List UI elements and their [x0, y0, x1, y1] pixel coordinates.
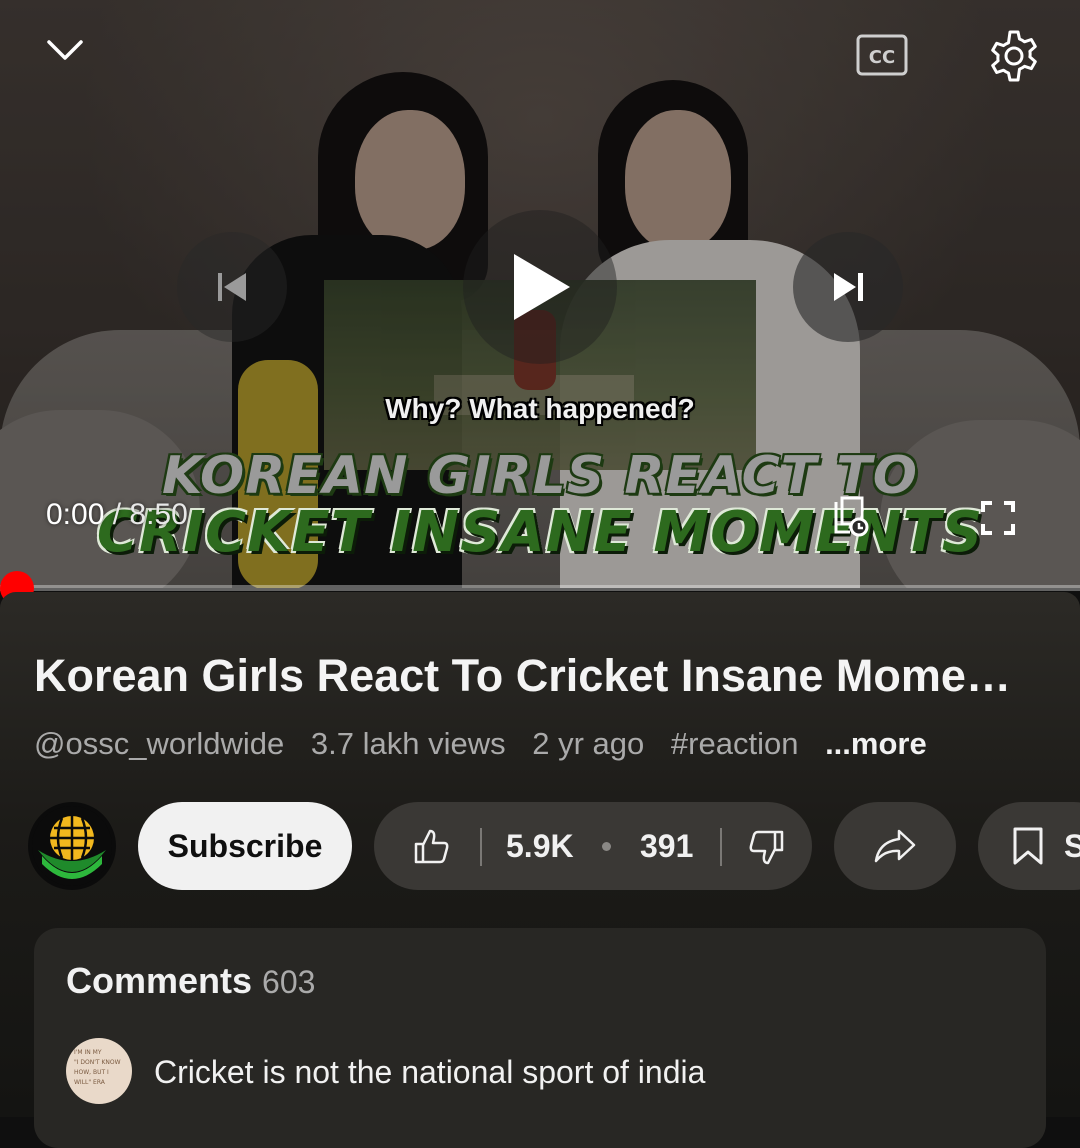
avatar-text-line: HOW, BUT I	[74, 1069, 109, 1076]
time-display: 0:00 / 8:50	[46, 498, 188, 531]
current-time: 0:00	[46, 498, 105, 531]
settings-button[interactable]	[984, 26, 1044, 86]
svg-text:CC: CC	[869, 47, 895, 68]
thumbnail-title-line1: KOREAN GIRLS REACT TO	[162, 446, 918, 506]
duration: 8:50	[129, 498, 188, 531]
channel-handle[interactable]: @ossc_worldwide	[34, 726, 284, 761]
next-icon	[834, 273, 863, 301]
previous-button[interactable]	[177, 232, 287, 342]
comments-title: Comments	[66, 960, 253, 1001]
progress-bar[interactable]	[0, 585, 1080, 591]
view-count: 3.7 lakh views	[310, 726, 506, 761]
video-metadata[interactable]: @ossc_worldwide 3.7 lakh views 2 yr ago …	[34, 726, 945, 762]
add-to-queue-button[interactable]	[832, 496, 872, 538]
dislike-icon[interactable]	[746, 828, 786, 868]
save-button[interactable]: S	[978, 802, 1080, 890]
hashtag-link[interactable]: #reaction	[671, 726, 799, 761]
commenter-avatar[interactable]: I'M IN MY "I DON'T KNOW HOW, BUT I WILL"…	[66, 1038, 132, 1104]
divider	[480, 828, 482, 866]
next-button[interactable]	[793, 232, 903, 342]
channel-avatar[interactable]	[28, 802, 116, 890]
previous-icon	[218, 273, 246, 301]
fullscreen-icon	[981, 501, 1015, 535]
divider	[720, 828, 722, 866]
caption-subtitle: Why? What happened?	[385, 393, 695, 424]
more-link[interactable]: ...more	[825, 726, 927, 761]
like-dislike-group: 5.9K 391	[374, 802, 812, 890]
comments-section[interactable]: Comments 603 I'M IN MY "I DON'T KNOW HOW,…	[34, 928, 1046, 1148]
share-icon	[874, 829, 916, 863]
comments-count: 603	[262, 964, 316, 1000]
gear-icon	[991, 30, 1037, 82]
share-button[interactable]	[834, 802, 956, 890]
chevron-down-icon	[47, 40, 83, 60]
save-label: S	[1064, 828, 1080, 864]
video-title[interactable]: Korean Girls React To Cricket Insane Mom…	[34, 650, 1011, 702]
top-comment-text: Cricket is not the national sport of ind…	[154, 1054, 706, 1090]
upload-age: 2 yr ago	[532, 726, 645, 761]
play-button[interactable]	[463, 210, 617, 364]
like-count[interactable]: 5.9K	[506, 828, 574, 865]
bookmark-icon	[1013, 827, 1043, 865]
video-player[interactable]: Why? What happened? KOREAN GIRLS REACT T…	[0, 0, 1080, 588]
channel-logo-icon	[32, 806, 112, 886]
captions-button[interactable]: CC	[856, 34, 908, 76]
like-icon[interactable]	[412, 826, 452, 866]
play-icon	[514, 254, 570, 320]
dot-separator	[602, 842, 611, 851]
comments-heading: Comments 603	[66, 960, 315, 1002]
avatar-text-line: I'M IN MY	[74, 1049, 102, 1056]
closed-captions-icon: CC	[856, 34, 908, 76]
fullscreen-button[interactable]	[978, 498, 1018, 538]
queue-icon	[834, 496, 869, 537]
avatar-text-line: "I DON'T KNOW	[74, 1059, 121, 1066]
dislike-count[interactable]: 391	[640, 828, 693, 865]
subscribe-button[interactable]: Subscribe	[138, 802, 352, 890]
minimize-button[interactable]	[40, 30, 90, 70]
avatar-text-line: WILL" ERA	[74, 1079, 105, 1086]
